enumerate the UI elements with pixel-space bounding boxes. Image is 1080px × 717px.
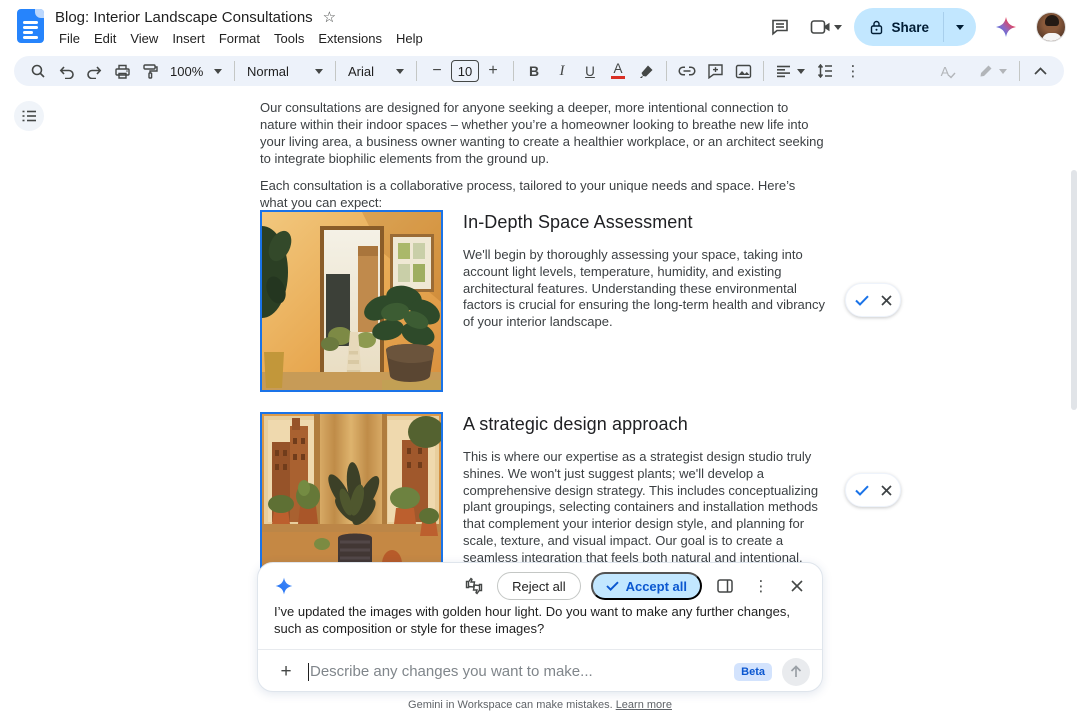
format-toolbar: 100% Normal Arial − 10 + B I U A	[14, 56, 1064, 86]
align-left-icon	[776, 65, 791, 78]
reject-all-button[interactable]: Reject all	[497, 572, 580, 600]
share-button[interactable]: Share	[854, 8, 976, 46]
accept-image-icon[interactable]	[855, 485, 869, 496]
paragraph[interactable]: Our consultations are designed for anyon…	[260, 99, 826, 167]
accept-image-icon[interactable]	[855, 295, 869, 306]
menu-insert[interactable]: Insert	[165, 28, 212, 49]
paragraph[interactable]: Each consultation is a collaborative pro…	[260, 177, 826, 211]
spelling-grammar-icon[interactable]: A	[933, 59, 957, 83]
zoom-select[interactable]: 100%	[164, 59, 228, 83]
undo-icon[interactable]	[54, 59, 78, 83]
gemini-disclaimer: Gemini in Workspace can make mistakes. L…	[0, 699, 1080, 711]
reject-image-icon[interactable]	[881, 295, 892, 306]
pencil-icon	[979, 64, 993, 78]
learn-more-link[interactable]: Learn more	[616, 699, 672, 711]
window-plants-image[interactable]	[260, 412, 443, 584]
zoom-value: 100%	[170, 64, 208, 79]
menu-view[interactable]: View	[123, 28, 165, 49]
paragraph-style-select[interactable]: Normal	[241, 59, 329, 83]
section-design-approach: A strategic design approach This is wher…	[260, 412, 834, 584]
close-panel-icon[interactable]	[784, 573, 810, 599]
increase-font-size-button[interactable]: +	[481, 59, 505, 83]
accept-all-button[interactable]: Accept all	[591, 572, 702, 600]
gemini-suggestion-panel: Reject all Accept all ⋮ I’ve updated the…	[257, 562, 823, 692]
search-menus-icon[interactable]	[26, 59, 50, 83]
share-dropdown-button[interactable]	[944, 8, 976, 46]
editing-mode-select[interactable]	[973, 59, 1013, 83]
feedback-thumbs-icon[interactable]	[461, 573, 487, 599]
gemini-input-row: + Beta	[258, 650, 822, 693]
bold-button[interactable]: B	[522, 59, 546, 83]
document-title[interactable]: Blog: Interior Landscape Consultations	[55, 9, 313, 26]
italic-button[interactable]: I	[550, 59, 574, 83]
video-call-button[interactable]	[810, 18, 842, 36]
paint-format-icon[interactable]	[138, 59, 162, 83]
gemini-sparkle-icon[interactable]	[988, 9, 1024, 45]
font-value: Arial	[348, 64, 390, 79]
image-suggestion-controls	[845, 473, 901, 507]
text-color-button[interactable]: A	[606, 59, 630, 83]
gemini-message: I’ve updated the images with golden hour…	[274, 603, 804, 637]
menu-tools[interactable]: Tools	[267, 28, 311, 49]
menu-edit[interactable]: Edit	[87, 28, 123, 49]
vertical-scrollbar[interactable]	[1071, 170, 1077, 410]
font-select[interactable]: Arial	[342, 59, 410, 83]
toolbar-more-icon[interactable]: ⋮	[841, 59, 865, 83]
section-body[interactable]: This is where our expertise as a strateg…	[463, 449, 834, 567]
text-cursor	[308, 663, 309, 681]
menu-format[interactable]: Format	[212, 28, 267, 49]
lock-icon	[870, 20, 883, 35]
section-space-assessment: In-Depth Space Assessment We'll begin by…	[260, 210, 834, 392]
align-select[interactable]	[770, 59, 811, 83]
section-heading[interactable]: In-Depth Space Assessment	[463, 212, 834, 233]
menu-bar: File Edit View Insert Format Tools Exten…	[52, 28, 430, 49]
decrease-font-size-button[interactable]: −	[425, 59, 449, 83]
document-outline-icon[interactable]	[14, 101, 44, 131]
menu-file[interactable]: File	[52, 28, 87, 49]
doorway-plant-image[interactable]	[260, 210, 443, 392]
send-prompt-icon[interactable]	[782, 658, 810, 686]
line-spacing-icon[interactable]	[813, 59, 837, 83]
section-heading[interactable]: A strategic design approach	[463, 414, 834, 435]
print-icon[interactable]	[110, 59, 134, 83]
insert-link-icon[interactable]	[675, 59, 699, 83]
image-suggestion-controls	[845, 283, 901, 317]
video-call-dropdown-icon[interactable]	[834, 25, 842, 30]
docs-logo-icon[interactable]	[17, 9, 44, 43]
menu-extensions[interactable]: Extensions	[311, 28, 389, 49]
redo-icon[interactable]	[82, 59, 106, 83]
comments-icon[interactable]	[762, 9, 798, 45]
check-icon	[606, 581, 619, 591]
underline-button[interactable]: U	[578, 59, 602, 83]
menu-help[interactable]: Help	[389, 28, 430, 49]
reject-image-icon[interactable]	[881, 485, 892, 496]
gemini-panel-sparkle-icon	[274, 576, 294, 596]
open-side-panel-icon[interactable]	[712, 573, 738, 599]
app-header: Blog: Interior Landscape Consultations ☆…	[0, 0, 1080, 52]
share-label: Share	[891, 20, 929, 35]
user-avatar[interactable]	[1036, 12, 1066, 42]
insert-image-icon[interactable]	[731, 59, 755, 83]
style-value: Normal	[247, 64, 309, 79]
document-canvas[interactable]: Our consultations are designed for anyon…	[260, 99, 826, 221]
highlight-color-icon[interactable]	[634, 59, 658, 83]
google-docs-window: Blog: Interior Landscape Consultations ☆…	[0, 0, 1080, 717]
hide-menus-icon[interactable]	[1028, 59, 1052, 83]
section-body[interactable]: We'll begin by thoroughly assessing your…	[463, 247, 834, 331]
font-size-input[interactable]: 10	[451, 60, 479, 82]
add-comment-icon[interactable]	[703, 59, 727, 83]
add-attachment-icon[interactable]: +	[272, 658, 300, 686]
beta-badge: Beta	[734, 663, 772, 681]
panel-more-icon[interactable]: ⋮	[748, 573, 774, 599]
star-icon[interactable]: ☆	[323, 8, 336, 26]
gemini-prompt-input[interactable]	[310, 663, 734, 680]
